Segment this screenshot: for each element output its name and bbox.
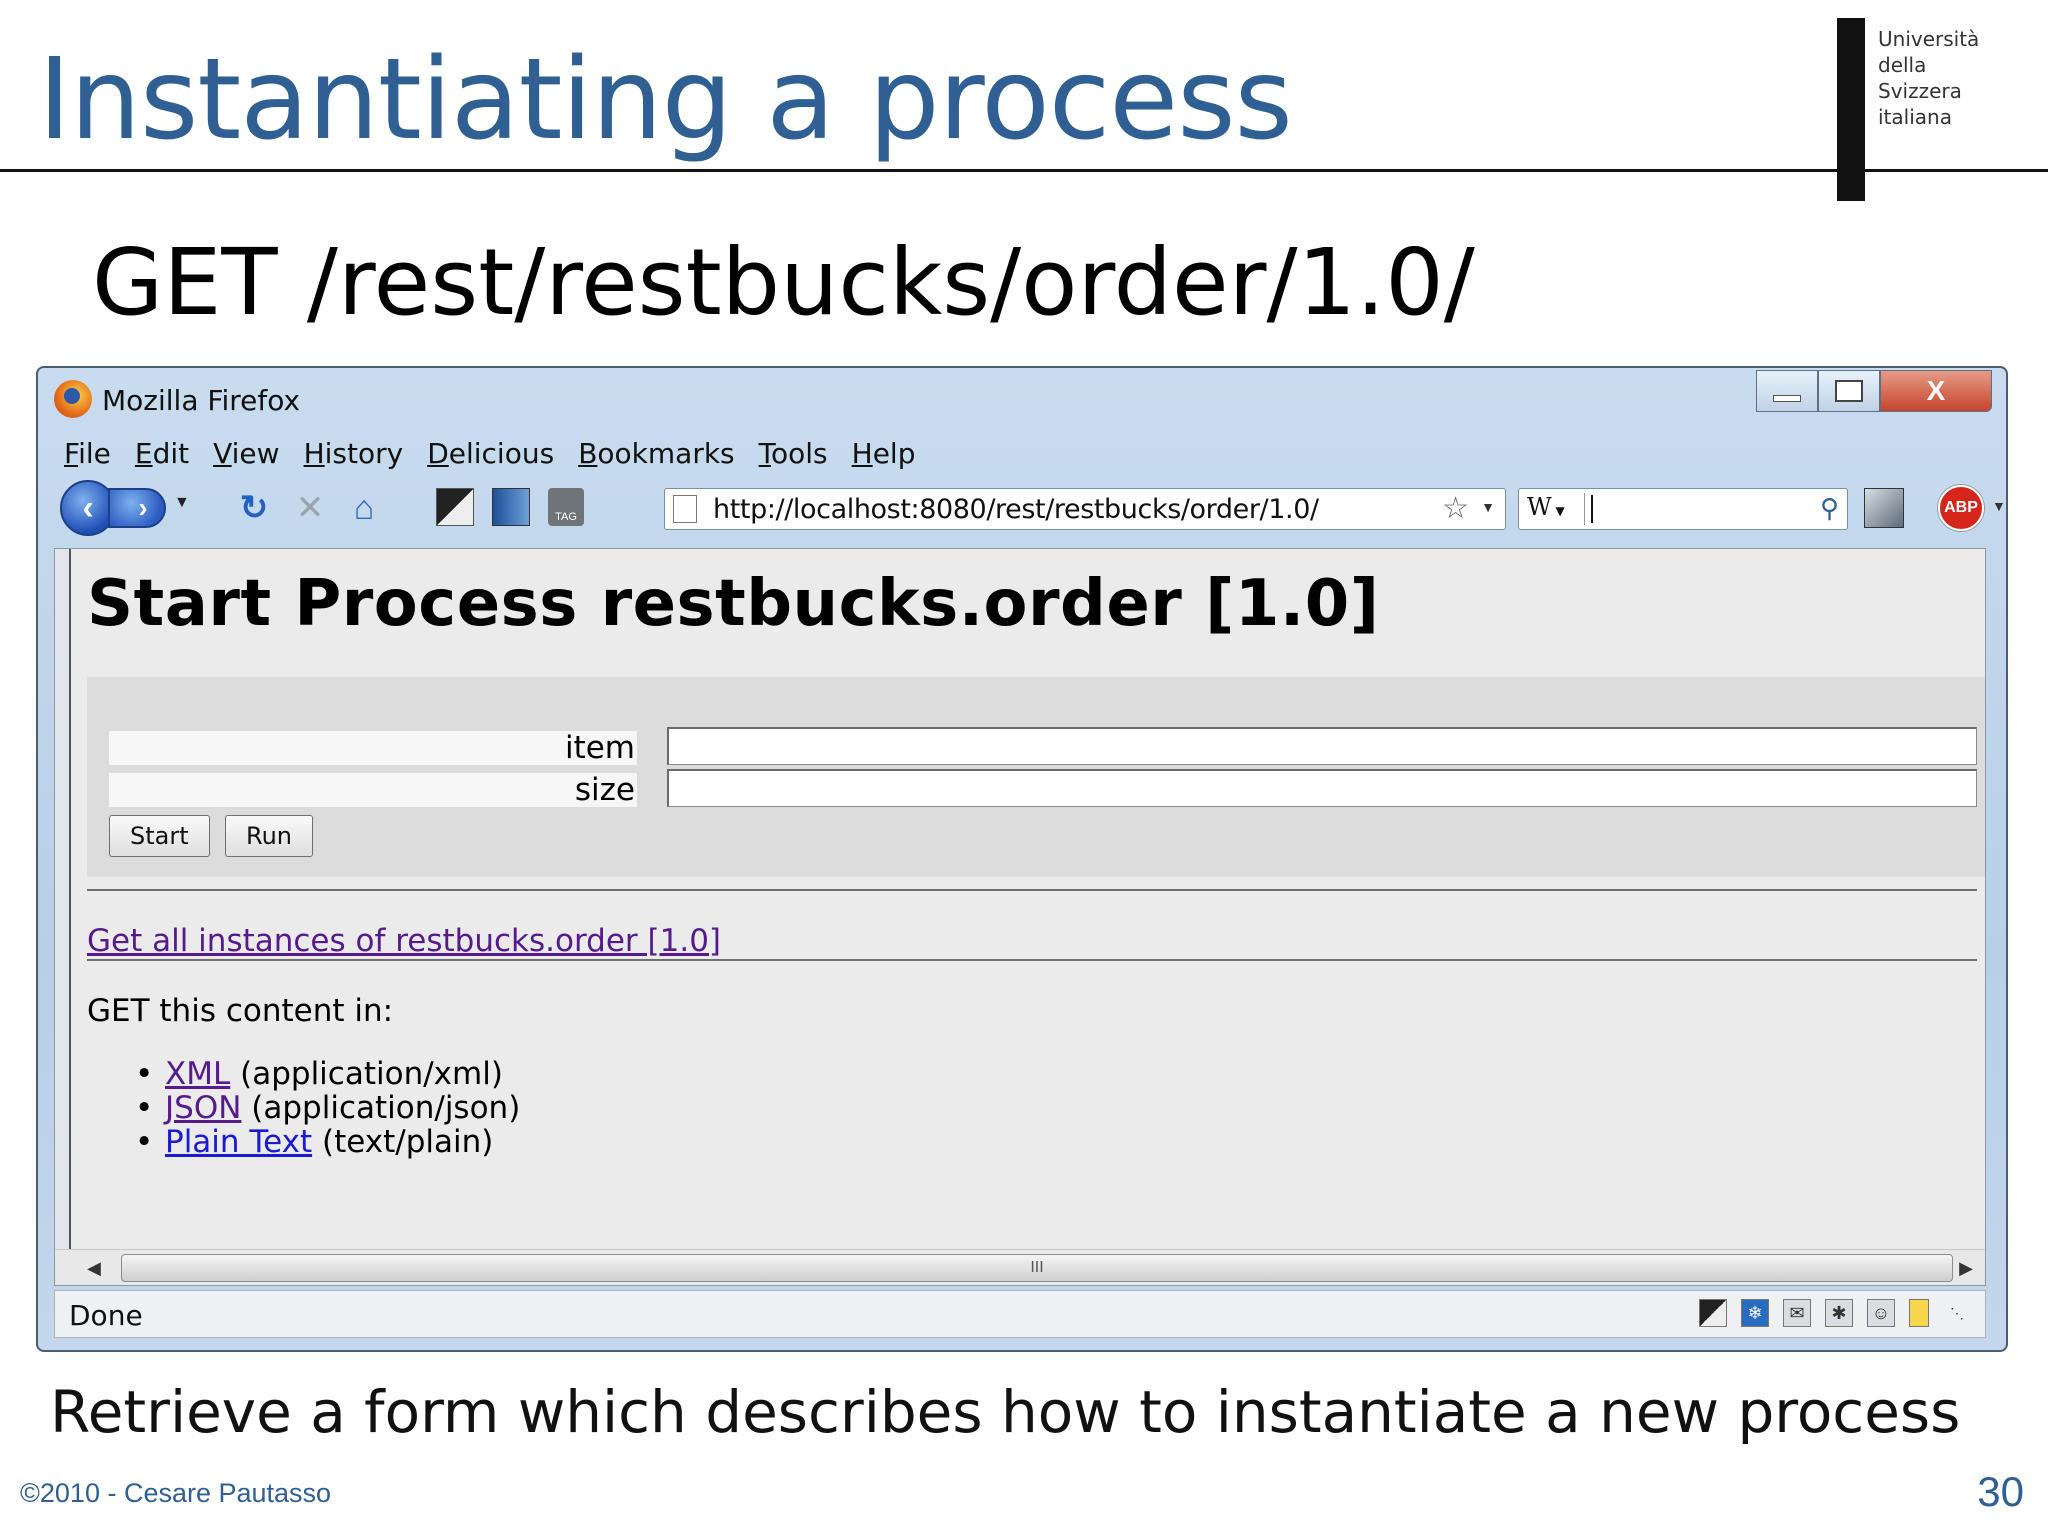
menu-bar: File Edit View History Delicious Bookmar… xyxy=(52,436,927,472)
list-item: JSON (application/json) xyxy=(135,1091,520,1125)
size-input[interactable] xyxy=(667,769,1977,807)
title-divider xyxy=(0,169,2048,172)
page-icon xyxy=(673,495,697,523)
slide-title: Instantiating a process xyxy=(38,35,1293,165)
start-process-form: item size Start Run xyxy=(87,677,1985,877)
scrollbar-grip: III xyxy=(1030,1259,1044,1276)
maximize-button[interactable] xyxy=(1818,370,1880,412)
start-button[interactable]: Start xyxy=(109,815,210,857)
firefox-icon xyxy=(54,380,92,418)
mime-type: (text/plain) xyxy=(321,1124,494,1160)
status-text: Done xyxy=(69,1299,143,1332)
item-label: item xyxy=(109,731,637,765)
divider xyxy=(87,889,1977,891)
delicious-status-icon[interactable] xyxy=(1699,1299,1727,1327)
content-types-label: GET this content in: xyxy=(87,993,394,1029)
mime-type: (application/json) xyxy=(251,1090,521,1126)
scroll-left-icon[interactable]: ◀ xyxy=(87,1258,101,1279)
menu-help[interactable]: Help xyxy=(840,436,928,472)
page-rank-icon[interactable] xyxy=(1909,1299,1929,1327)
logo-line: Università xyxy=(1878,27,1980,51)
list-item: XML (application/xml) xyxy=(135,1057,520,1091)
reload-icon[interactable]: ↻ xyxy=(234,488,274,528)
forward-icon[interactable]: › xyxy=(108,488,166,528)
history-dropdown-icon[interactable]: ▼ xyxy=(174,494,190,512)
menu-history[interactable]: History xyxy=(292,436,416,472)
resize-grip-icon[interactable]: ⋱ xyxy=(1943,1299,1971,1327)
item-input[interactable] xyxy=(667,727,1977,765)
adblock-icon[interactable]: ABP xyxy=(1938,485,1984,531)
window-controls: X xyxy=(1756,370,1992,412)
close-button[interactable]: X xyxy=(1880,370,1992,412)
plain-text-link[interactable]: Plain Text xyxy=(165,1124,312,1160)
menu-delicious[interactable]: Delicious xyxy=(415,436,566,472)
search-engine-selector[interactable]: W ▼ xyxy=(1523,493,1585,525)
menu-view[interactable]: View xyxy=(201,436,291,472)
search-engine-label: W xyxy=(1527,493,1552,521)
page-heading: Start Process restbucks.order [1.0] xyxy=(87,567,1380,641)
sidebar-splitter[interactable] xyxy=(55,549,71,1285)
menu-edit[interactable]: Edit xyxy=(123,436,201,472)
firefox-window: Mozilla Firefox X File Edit View History… xyxy=(36,366,2008,1352)
face-icon[interactable]: ☺ xyxy=(1867,1299,1895,1327)
scroll-right-icon[interactable]: ▶ xyxy=(1959,1258,1973,1279)
snowflake-icon[interactable]: ❄ xyxy=(1741,1299,1769,1327)
json-link[interactable]: JSON xyxy=(165,1090,241,1126)
stop-icon[interactable]: ✕ xyxy=(290,488,330,528)
status-icons: ❄ ✉ ✱ ☺ ⋱ xyxy=(1699,1299,1971,1327)
horizontal-scrollbar[interactable]: ◀ III ▶ xyxy=(55,1249,1985,1285)
http-request-line: GET /rest/restbucks/order/1.0/ xyxy=(92,229,1475,336)
back-forward-group: ‹ › ▼ xyxy=(60,480,200,536)
bug-icon[interactable]: ✱ xyxy=(1825,1299,1853,1327)
mail-icon[interactable]: ✉ xyxy=(1783,1299,1811,1327)
format-list: XML (application/xml) JSON (application/… xyxy=(135,1057,520,1159)
size-label: size xyxy=(109,773,637,807)
navigation-toolbar: ‹ › ▼ ↻ ✕ ⌂ TAG http://localhost:8080/re… xyxy=(52,480,2006,536)
logo-line: della xyxy=(1878,53,1927,77)
search-box[interactable]: W ▼ ⚲ xyxy=(1518,488,1848,530)
status-bar: Done ❄ ✉ ✱ ☺ ⋱ xyxy=(54,1290,1986,1338)
menu-file[interactable]: File xyxy=(52,436,123,472)
logo-line: Svizzera xyxy=(1878,79,1962,103)
list-item: Plain Text (text/plain) xyxy=(135,1125,520,1159)
bookmark-icon[interactable] xyxy=(492,488,530,526)
address-bar[interactable]: http://localhost:8080/rest/restbucks/ord… xyxy=(664,488,1506,530)
menu-bookmarks[interactable]: Bookmarks xyxy=(566,436,746,472)
slide-caption: Retrieve a form which describes how to i… xyxy=(50,1378,1961,1446)
delicious-icon[interactable] xyxy=(436,488,474,526)
text-cursor xyxy=(1591,495,1593,523)
scrollbar-thumb[interactable]: III xyxy=(121,1254,1953,1282)
instances-link[interactable]: Get all instances of restbucks.order [1.… xyxy=(87,923,721,959)
logo-line: italiana xyxy=(1878,105,1952,129)
window-icon[interactable] xyxy=(1864,488,1904,528)
page-viewport: Start Process restbucks.order [1.0] item… xyxy=(54,548,1986,1286)
window-titlebar: Mozilla Firefox X xyxy=(38,368,2006,432)
divider xyxy=(87,959,1977,961)
tag-icon[interactable]: TAG xyxy=(548,488,584,526)
university-logo-bar xyxy=(1837,18,1865,201)
menu-tools[interactable]: Tools xyxy=(747,436,840,472)
university-logo-text: Università della Svizzera italiana xyxy=(1878,26,1979,130)
bookmark-star-icon[interactable]: ☆ xyxy=(1442,491,1469,526)
copyright: ©2010 - Cesare Pautasso xyxy=(20,1478,332,1508)
page-content: Start Process restbucks.order [1.0] item… xyxy=(87,549,1985,1285)
page-number: 30 xyxy=(1977,1468,2024,1515)
window-title: Mozilla Firefox xyxy=(102,384,301,417)
url-dropdown-icon[interactable]: ▼ xyxy=(1481,499,1495,515)
run-button[interactable]: Run xyxy=(225,815,314,857)
url-text[interactable]: http://localhost:8080/rest/restbucks/ord… xyxy=(713,494,1319,525)
home-icon[interactable]: ⌂ xyxy=(344,488,384,528)
toolbar-overflow-icon[interactable]: ▼ xyxy=(1992,498,2006,514)
search-icon[interactable]: ⚲ xyxy=(1820,493,1839,524)
minimize-button[interactable] xyxy=(1756,370,1818,412)
xml-link[interactable]: XML xyxy=(165,1056,230,1092)
mime-type: (application/xml) xyxy=(240,1056,503,1092)
